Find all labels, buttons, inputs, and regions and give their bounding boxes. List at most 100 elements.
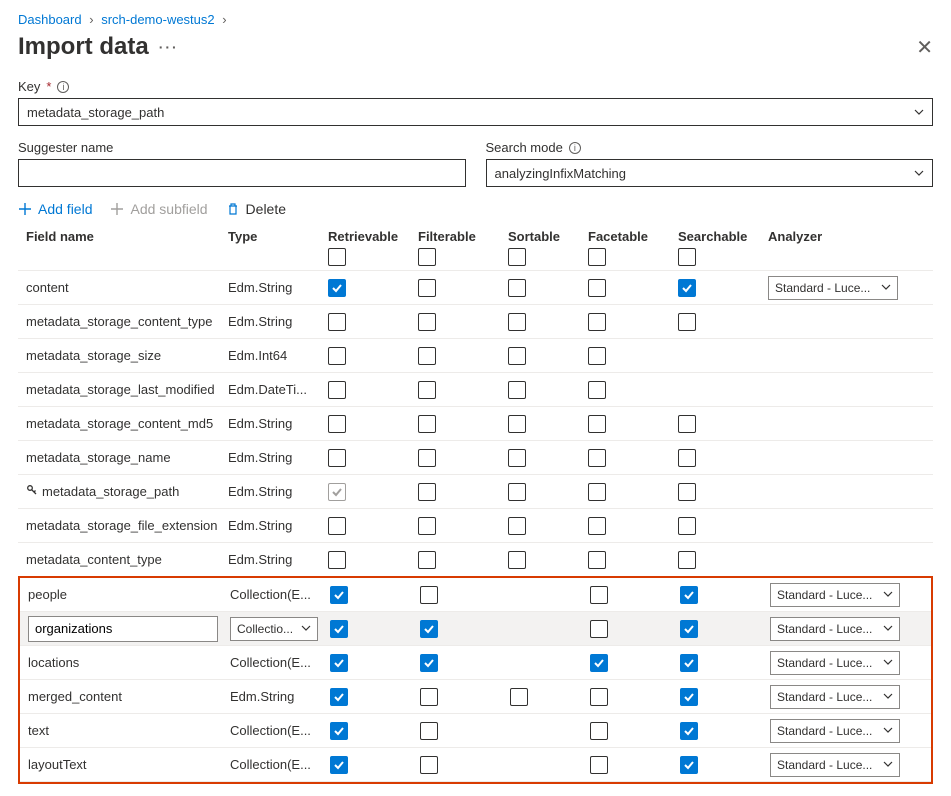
checkbox[interactable] [510,688,528,706]
checkbox[interactable] [508,415,526,433]
checkbox[interactable] [328,313,346,331]
checkbox[interactable] [680,654,698,672]
table-row[interactable]: metadata_storage_last_modifiedEdm.DateTi… [18,373,933,407]
table-row[interactable]: merged_contentEdm.StringStandard - Luce.… [20,680,931,714]
table-row[interactable]: peopleCollection(E...Standard - Luce... [20,578,931,612]
checkbox[interactable] [418,449,436,467]
checkbox[interactable] [420,688,438,706]
checkbox[interactable] [420,586,438,604]
checkbox[interactable] [418,279,436,297]
checkbox[interactable] [678,483,696,501]
checkbox[interactable] [328,381,346,399]
checkbox[interactable] [508,483,526,501]
breadcrumb-dashboard[interactable]: Dashboard [18,12,82,27]
checkbox[interactable] [588,347,606,365]
more-menu-icon[interactable]: ··· [159,39,179,55]
checkbox[interactable] [590,722,608,740]
checkbox[interactable] [330,688,348,706]
checkbox[interactable] [590,586,608,604]
checkbox[interactable] [590,756,608,774]
table-row[interactable]: metadata_storage_nameEdm.String [18,441,933,475]
checkbox[interactable] [588,381,606,399]
type-dropdown[interactable]: Collectio... [230,617,318,641]
info-icon[interactable]: i [569,142,581,154]
checkbox[interactable] [678,449,696,467]
checkbox[interactable] [508,381,526,399]
table-row[interactable]: Collectio... Standard - Luce... [20,612,931,646]
table-row[interactable]: metadata_storage_pathEdm.String [18,475,933,509]
checkbox[interactable] [328,279,346,297]
checkbox[interactable] [588,517,606,535]
table-row[interactable]: textCollection(E...Standard - Luce... [20,714,931,748]
checkbox[interactable] [330,586,348,604]
checkbox[interactable] [420,722,438,740]
checkbox[interactable] [680,756,698,774]
checkbox[interactable] [678,415,696,433]
analyzer-dropdown[interactable]: Standard - Luce... [770,617,900,641]
checkbox[interactable] [678,517,696,535]
analyzer-dropdown[interactable]: Standard - Luce... [770,651,900,675]
checkbox[interactable] [588,279,606,297]
field-name-input[interactable] [28,616,218,642]
checkbox[interactable] [418,415,436,433]
table-row[interactable]: locationsCollection(E...Standard - Luce.… [20,646,931,680]
checkbox[interactable] [418,517,436,535]
checkbox[interactable] [590,654,608,672]
checkbox[interactable] [418,347,436,365]
checkbox[interactable] [588,313,606,331]
breadcrumb-resource[interactable]: srch-demo-westus2 [101,12,214,27]
checkbox[interactable] [418,551,436,569]
header-checkbox-searchable[interactable] [678,248,696,266]
suggester-input[interactable] [18,159,466,187]
analyzer-dropdown[interactable]: Standard - Luce... [770,719,900,743]
checkbox[interactable] [328,551,346,569]
checkbox[interactable] [508,517,526,535]
checkbox[interactable] [330,654,348,672]
checkbox[interactable] [330,722,348,740]
analyzer-dropdown[interactable]: Standard - Luce... [770,753,900,777]
checkbox[interactable] [588,551,606,569]
analyzer-dropdown[interactable]: Standard - Luce... [770,583,900,607]
header-checkbox-filterable[interactable] [418,248,436,266]
checkbox[interactable] [418,483,436,501]
table-row[interactable]: layoutTextCollection(E...Standard - Luce… [20,748,931,782]
checkbox[interactable] [680,722,698,740]
table-row[interactable]: metadata_storage_sizeEdm.Int64 [18,339,933,373]
checkbox[interactable] [680,620,698,638]
checkbox[interactable] [330,620,348,638]
checkbox[interactable] [420,756,438,774]
table-row[interactable]: metadata_content_typeEdm.String [18,543,933,577]
header-checkbox-retrievable[interactable] [328,248,346,266]
checkbox[interactable] [678,551,696,569]
analyzer-dropdown[interactable]: Standard - Luce... [770,685,900,709]
checkbox[interactable] [328,449,346,467]
checkbox[interactable] [508,551,526,569]
checkbox[interactable] [588,449,606,467]
searchmode-dropdown[interactable]: analyzingInfixMatching [486,159,934,187]
info-icon[interactable]: i [57,81,69,93]
table-row[interactable]: contentEdm.StringStandard - Luce... [18,271,933,305]
checkbox[interactable] [328,517,346,535]
checkbox[interactable] [588,483,606,501]
checkbox[interactable] [588,415,606,433]
table-row[interactable]: metadata_storage_content_md5Edm.String [18,407,933,441]
checkbox[interactable] [420,654,438,672]
table-row[interactable]: metadata_storage_content_typeEdm.String [18,305,933,339]
checkbox[interactable] [420,620,438,638]
header-checkbox-sortable[interactable] [508,248,526,266]
add-field-button[interactable]: Add field [18,201,92,217]
checkbox[interactable] [330,756,348,774]
checkbox[interactable] [590,688,608,706]
checkbox[interactable] [678,279,696,297]
analyzer-dropdown[interactable]: Standard - Luce... [768,276,898,300]
close-icon[interactable]: ✕ [916,35,933,60]
checkbox[interactable] [508,347,526,365]
checkbox[interactable] [678,313,696,331]
checkbox[interactable] [508,279,526,297]
checkbox[interactable] [328,347,346,365]
header-checkbox-facetable[interactable] [588,248,606,266]
checkbox[interactable] [680,586,698,604]
checkbox[interactable] [508,313,526,331]
checkbox[interactable] [590,620,608,638]
key-dropdown[interactable]: metadata_storage_path [18,98,933,126]
